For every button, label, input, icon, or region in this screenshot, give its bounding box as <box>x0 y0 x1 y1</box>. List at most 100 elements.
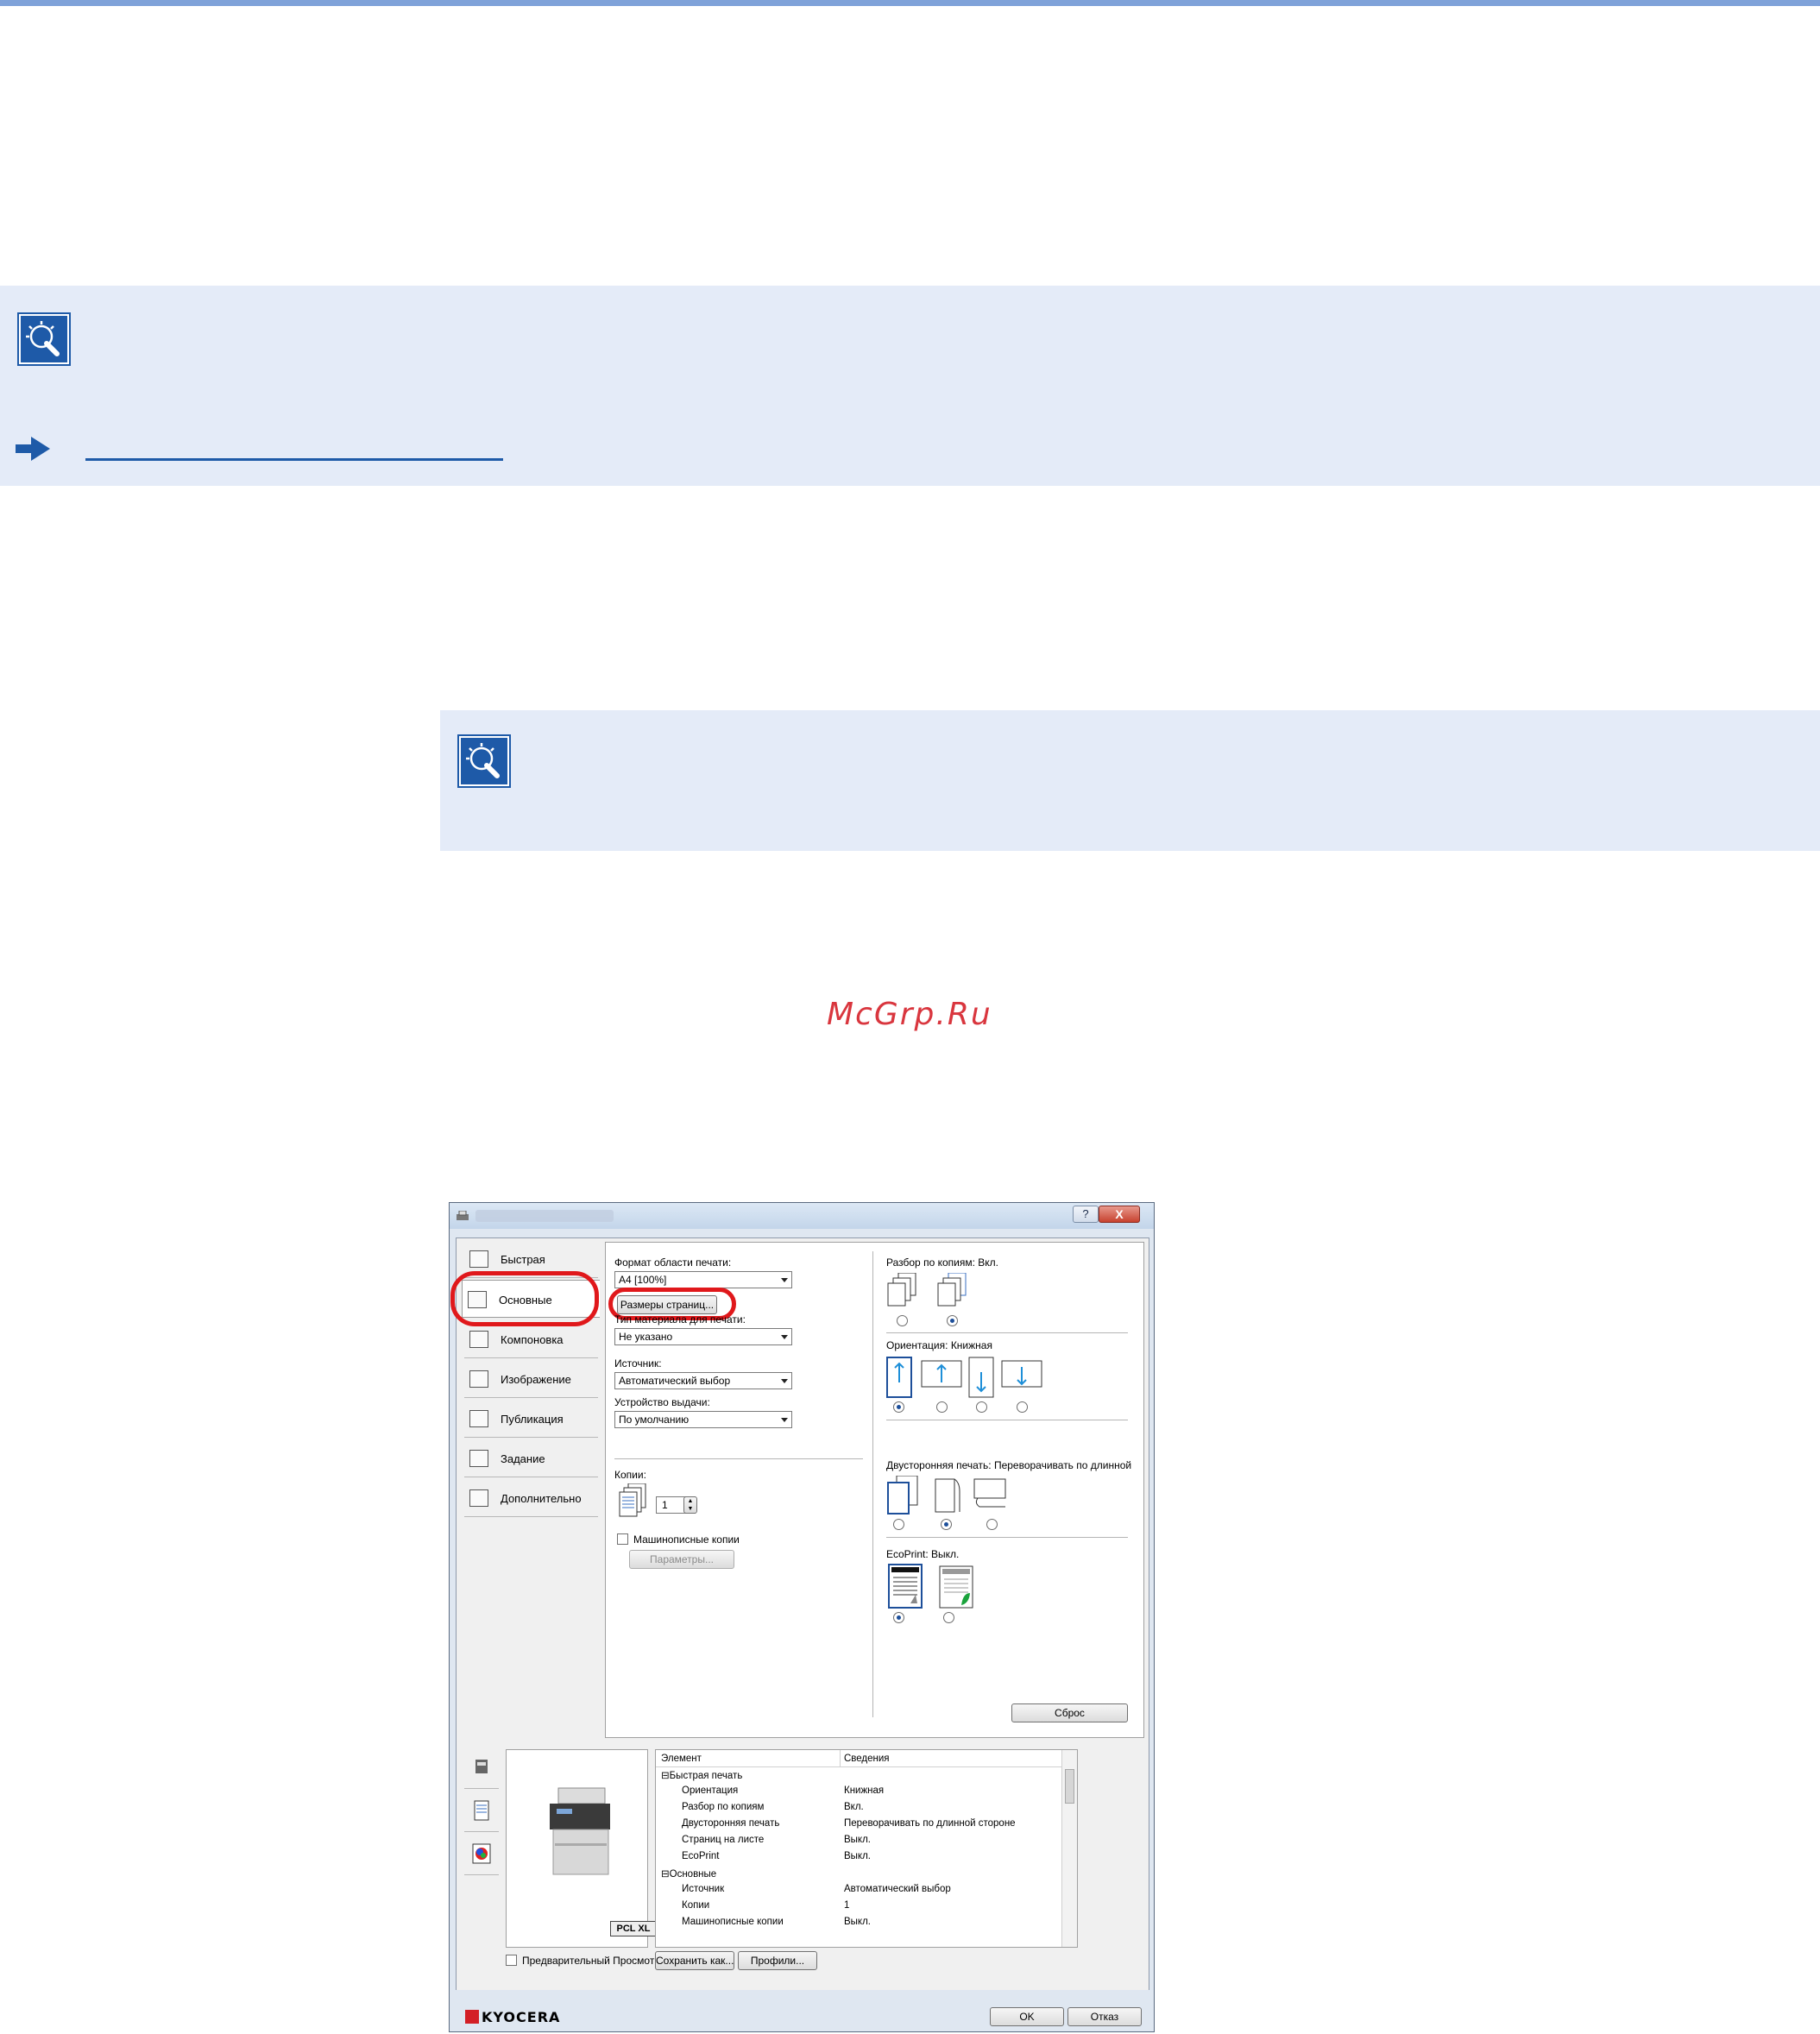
copies-stepper[interactable]: ▲ ▼ <box>683 1496 697 1514</box>
portrait-icon <box>886 1357 912 1398</box>
media-type-select[interactable]: Не указано <box>614 1328 792 1345</box>
summary-value: Вкл. <box>844 1802 864 1812</box>
duplex-value: Переворачивать по длинной <box>993 1459 1132 1471</box>
tab-label: Дополнительно <box>501 1492 582 1505</box>
copies-icon <box>619 1483 646 1517</box>
output-value: По умолчанию <box>619 1414 690 1426</box>
device-icon <box>475 1760 488 1773</box>
duplex-off-radio[interactable] <box>893 1519 904 1530</box>
collate-off-icon <box>887 1273 916 1307</box>
job-icon <box>469 1450 488 1467</box>
copies-label: Копии: <box>614 1469 646 1481</box>
collate-on-radio[interactable] <box>947 1315 958 1326</box>
tab-image[interactable]: Изображение <box>464 1360 598 1398</box>
reset-button[interactable]: Сброс <box>1011 1703 1128 1722</box>
summary-group[interactable]: ⊟Быстрая печать <box>661 1769 742 1785</box>
ok-button[interactable]: OK <box>990 2007 1064 2026</box>
summary-item: Машинописные копии <box>682 1917 784 1927</box>
collate-on-icon <box>937 1273 967 1307</box>
summary-item: Страниц на листе <box>682 1835 765 1845</box>
page-view-tab[interactable] <box>464 1791 499 1832</box>
help-button[interactable]: ? <box>1073 1206 1099 1223</box>
tab-publishing[interactable]: Публикация <box>464 1400 598 1438</box>
printer-image <box>550 1787 610 1875</box>
orientation-landscape-rotated-radio[interactable] <box>1017 1401 1028 1413</box>
summary-item: Ориентация <box>682 1785 739 1796</box>
duplex-short-radio[interactable] <box>986 1519 998 1530</box>
source-select[interactable]: Автоматический выбор <box>614 1372 792 1389</box>
tab-label: Изображение <box>501 1373 571 1386</box>
preview-checkbox-label: Предварительный Просмотр <box>522 1955 660 1967</box>
summary-value: Книжная <box>844 1785 885 1796</box>
orientation-value: Книжная <box>950 1339 992 1351</box>
dialog-title-blurred <box>475 1210 614 1222</box>
collate-setting: Разбор по копиям: Вкл. <box>886 1256 998 1269</box>
ecoprint-off-radio[interactable] <box>893 1612 904 1623</box>
save-as-button[interactable]: Сохранить как... <box>655 1951 734 1970</box>
tab-advanced[interactable]: Дополнительно <box>464 1479 598 1517</box>
mopy-label: Машинописные копии <box>633 1533 740 1546</box>
kyocera-logo: KYOCERA <box>465 2009 560 2025</box>
print-size-value: A4 [100%] <box>619 1274 667 1286</box>
col-info-header: Сведения <box>844 1754 890 1764</box>
summary-group[interactable]: ⊟Основные <box>661 1867 716 1884</box>
divider <box>614 1458 863 1459</box>
orientation-landscape-radio[interactable] <box>936 1401 948 1413</box>
publishing-icon <box>469 1410 488 1427</box>
summary-value: Переворачивать по длинной стороне <box>844 1818 1016 1829</box>
ecoprint-on-radio[interactable] <box>943 1612 954 1623</box>
chevron-down-icon <box>781 1379 788 1383</box>
close-button[interactable]: X <box>1099 1206 1140 1223</box>
cancel-button[interactable]: Отказ <box>1067 2007 1142 2026</box>
view-tabs <box>464 1747 504 1903</box>
ecoprint-value: Выкл. <box>931 1548 960 1560</box>
collate-label: Разбор по копиям: <box>886 1256 975 1269</box>
landscape-icon <box>921 1360 962 1388</box>
divider <box>886 1537 1128 1538</box>
profiles-button[interactable]: Профили... <box>738 1951 817 1970</box>
divider <box>886 1332 1128 1333</box>
orientation-setting: Ориентация: Книжная <box>886 1339 992 1351</box>
simplex-icon <box>887 1476 918 1514</box>
duplex-long-radio[interactable] <box>941 1519 952 1530</box>
duplex-setting: Двусторонняя печать: Переворачивать по д… <box>886 1459 1145 1471</box>
chevron-down-icon <box>781 1335 788 1339</box>
ecoprint-label: EcoPrint: <box>886 1548 929 1560</box>
printer-icon <box>457 1211 469 1220</box>
note-box-step <box>440 710 1820 851</box>
tab-label: Быстрая <box>501 1253 545 1266</box>
note-lightbulb-icon <box>19 314 69 364</box>
color-wheel-icon <box>472 1843 491 1864</box>
output-select[interactable]: По умолчанию <box>614 1411 792 1428</box>
chevron-down-icon <box>781 1418 788 1422</box>
collate-off-radio[interactable] <box>897 1315 908 1326</box>
watermark: McGrp.Ru <box>827 997 992 1032</box>
orientation-portrait-rotated-radio[interactable] <box>976 1401 987 1413</box>
mopy-params-button[interactable]: Параметры... <box>629 1550 734 1569</box>
summary-item: Источник <box>682 1884 725 1894</box>
tab-job[interactable]: Задание <box>464 1439 598 1477</box>
summary-scrollbar[interactable] <box>1061 1750 1077 1947</box>
summary-value: Автоматический выбор <box>844 1884 951 1894</box>
source-value: Автоматический выбор <box>619 1375 731 1387</box>
scroll-thumb[interactable] <box>1065 1769 1074 1804</box>
device-view-tab[interactable] <box>464 1747 499 1789</box>
print-size-select[interactable]: A4 [100%] <box>614 1271 792 1288</box>
collate-value: Вкл. <box>978 1256 998 1269</box>
orientation-portrait-radio[interactable] <box>893 1401 904 1413</box>
landscape-rotated-icon <box>1001 1360 1042 1388</box>
mopy-checkbox[interactable] <box>617 1533 628 1545</box>
duplex-label: Двусторонняя печать: <box>886 1459 992 1471</box>
col-item-header: Элемент <box>661 1754 702 1764</box>
image-icon <box>469 1370 488 1388</box>
note-lightbulb-icon <box>459 736 509 786</box>
tab-label: Задание <box>501 1452 545 1465</box>
preview-checkbox[interactable] <box>506 1955 517 1966</box>
color-view-tab[interactable] <box>464 1834 499 1875</box>
manual-page: McGrp.Ru ? X Быстрая Основные Компоновка <box>0 0 1820 2034</box>
basic-settings-panel: Формат области печати: A4 [100%] Размеры… <box>605 1242 1144 1738</box>
portrait-rotated-icon <box>968 1357 994 1398</box>
logo-text: KYOCERA <box>482 2009 561 2025</box>
reference-link[interactable] <box>85 458 503 461</box>
orientation-label: Ориентация: <box>886 1339 948 1351</box>
